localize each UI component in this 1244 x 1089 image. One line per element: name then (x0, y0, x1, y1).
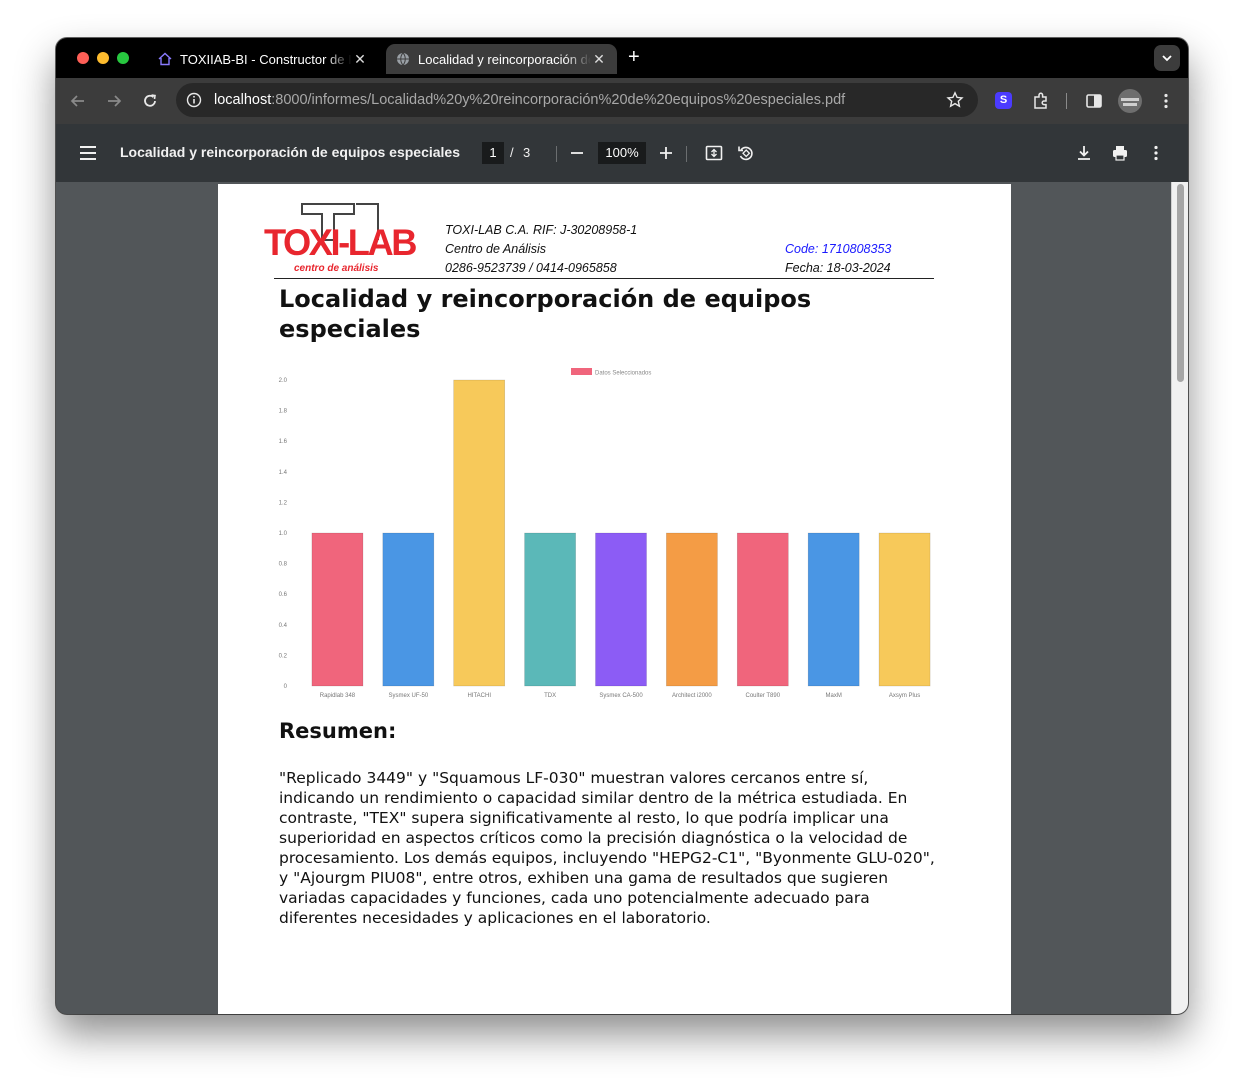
summary-paragraph: "Replicado 3449" y "Squamous LF-030" mue… (279, 769, 935, 927)
url-text: localhost:8000/informes/Localidad%20y%20… (214, 92, 845, 108)
tab-title: Localidad y reincorporación de equipos e… (418, 51, 591, 67)
home-icon (158, 52, 172, 66)
y-tick-label: 1.0 (279, 531, 288, 537)
page-number-input[interactable]: 1 (482, 142, 504, 164)
company-logo: TOXI-LAB centro de análisis (264, 200, 424, 276)
rotate-icon[interactable] (736, 143, 756, 163)
pdf-page: TOXI-LAB centro de análisis TOXI-LAB C.A… (218, 184, 1011, 1014)
bar (524, 532, 576, 687)
globe-icon (397, 52, 409, 66)
center-line: Centro de Análisis (445, 242, 546, 256)
company-line: TOXI-LAB C.A. RIF: J-30208958-1 (445, 223, 638, 237)
x-tick-label: Axsym Plus (889, 693, 920, 699)
side-panel-icon[interactable] (1084, 91, 1104, 111)
scrollbar-thumb[interactable] (1177, 184, 1184, 382)
summary-heading: Resumen: (279, 719, 397, 743)
close-tab-icon[interactable]: ✕ (591, 51, 607, 68)
bar-chart: Datos Seleccionados 0 0.2 0.4 0.6 0.8 1.0 1.2 1.… (279, 368, 931, 699)
pdf-title: Localidad y reincorporación de equipos e… (120, 144, 460, 160)
menu-icon[interactable] (78, 144, 98, 162)
bar (311, 532, 364, 687)
x-tick-label: Coulter T890 (745, 693, 780, 699)
tab-strip: TOXIIAB-BI - Constructor de I ✕ Localida… (56, 38, 1188, 78)
bar (807, 532, 860, 687)
y-tick-label: 1.8 (279, 409, 288, 415)
y-tick-label: 1.6 (279, 439, 288, 445)
site-info-icon[interactable] (186, 92, 202, 108)
chevron-down-icon (1162, 55, 1172, 62)
maximize-window-button[interactable] (117, 52, 129, 64)
bar (453, 379, 506, 687)
y-tick-label: 1.4 (279, 470, 288, 476)
fit-page-icon[interactable] (704, 143, 724, 163)
reload-icon[interactable] (140, 91, 160, 111)
vertical-scrollbar[interactable] (1171, 182, 1188, 1014)
toolbar-divider (1066, 93, 1067, 109)
close-window-button[interactable] (77, 52, 89, 64)
x-tick-label: Sysmex CA-500 (599, 693, 643, 699)
page-separator: / (510, 145, 514, 160)
x-tick-label: HITACHI (467, 693, 491, 699)
url-path: :8000/informes/Localidad%20y%20reincorpo… (271, 92, 846, 108)
address-bar[interactable]: localhost:8000/informes/Localidad%20y%20… (176, 83, 978, 117)
logo-subtitle: centro de análisis (294, 263, 379, 274)
x-tick-label: Sysmex UF-50 (388, 693, 428, 699)
logo-text: TOXI-LAB (264, 222, 417, 263)
toolbar-divider (686, 146, 687, 162)
phones-line: 0286-9523739 / 0414-0965858 (445, 261, 617, 275)
tab-pdf-report[interactable]: Localidad y reincorporación de equipos e… (386, 44, 617, 74)
forward-arrow-icon[interactable] (104, 91, 124, 111)
page-total: 3 (523, 145, 531, 160)
x-tick-label: Rapidlab 348 (320, 693, 356, 699)
new-tab-button[interactable]: + (628, 46, 640, 69)
legend-label: Datos Seleccionados (595, 371, 651, 377)
y-tick-label: 0.8 (279, 562, 288, 568)
y-tick-label: 0 (284, 684, 288, 690)
more-vert-icon[interactable] (1146, 143, 1166, 163)
pdf-toolbar: Localidad y reincorporación de equipos e… (56, 124, 1188, 182)
x-tick-label: Architect i2000 (672, 693, 712, 699)
legend-swatch (571, 368, 592, 375)
report-code: Code: 1710808353 (785, 242, 892, 256)
bookmark-star-icon[interactable] (946, 91, 964, 109)
bar (382, 532, 435, 687)
tab-toxilab-bi[interactable]: TOXIIAB-BI - Constructor de I ✕ (148, 44, 378, 74)
zoom-out-icon[interactable] (568, 144, 586, 162)
y-tick-label: 0.6 (279, 592, 288, 598)
avatar[interactable] (1118, 89, 1142, 113)
url-host: localhost (214, 92, 272, 108)
bar (736, 532, 789, 687)
browser-window: TOXIIAB-BI - Constructor de I ✕ Localida… (56, 38, 1188, 1014)
y-tick-label: 2.0 (279, 378, 288, 384)
report-heading: Localidad y reincorporación de equipos e… (279, 285, 812, 343)
zoom-in-icon[interactable] (657, 144, 675, 162)
download-icon[interactable] (1074, 143, 1094, 163)
back-arrow-icon[interactable] (68, 91, 88, 111)
puzzle-extensions-icon[interactable] (1031, 91, 1051, 111)
x-tick-label: MaxM (825, 693, 841, 699)
more-vert-icon[interactable] (1156, 91, 1176, 111)
zoom-level-input[interactable]: 100% (598, 142, 646, 164)
minimize-window-button[interactable] (97, 52, 109, 64)
browser-toolbar: localhost:8000/informes/Localidad%20y%20… (56, 78, 1188, 124)
bar (595, 532, 647, 687)
print-icon[interactable] (1110, 143, 1130, 163)
tab-search-button[interactable] (1154, 45, 1180, 71)
x-tick-label: TDX (544, 693, 556, 699)
y-tick-label: 0.4 (279, 623, 288, 629)
extension-icon[interactable]: S (995, 92, 1012, 109)
y-tick-label: 1.2 (279, 500, 288, 506)
report-date: Fecha: 18-03-2024 (785, 261, 891, 275)
toolbar-divider (556, 146, 557, 162)
close-tab-icon[interactable]: ✕ (352, 51, 368, 68)
tab-title: TOXIIAB-BI - Constructor de I (180, 51, 352, 67)
bar (878, 532, 931, 687)
pdf-viewer[interactable]: TOXI-LAB centro de análisis TOXI-LAB C.A… (56, 182, 1188, 1014)
bar (666, 532, 718, 687)
header-rule (274, 278, 934, 279)
y-tick-label: 0.2 (279, 653, 288, 659)
